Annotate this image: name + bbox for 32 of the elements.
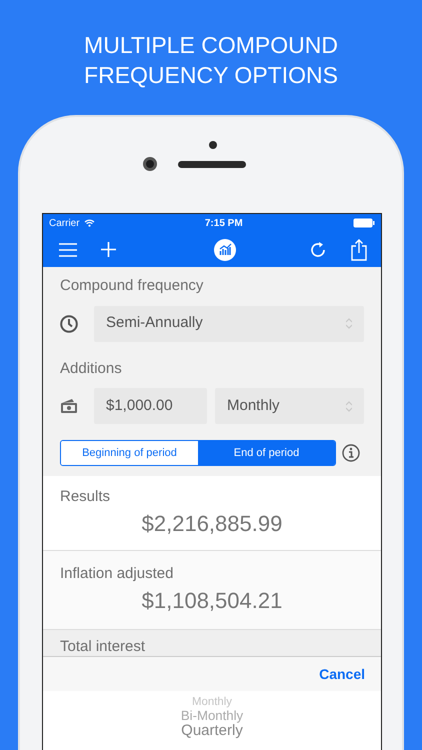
result-label: Inflation adjusted <box>60 564 174 584</box>
select-field[interactable]: Monthly <box>215 388 364 424</box>
wifi-icon <box>84 219 95 227</box>
result-value: $1,108,504.21 <box>140 588 284 614</box>
clock-icon <box>60 314 78 332</box>
carrier-label: Carrier <box>49 216 80 230</box>
headline: MULTIPLE COMPOUND FREQUENCY OPTIONS <box>83 31 339 90</box>
chevron-icon <box>346 318 352 329</box>
battery-icon <box>352 218 375 228</box>
segment-tab[interactable]: Beginning of period <box>61 441 198 465</box>
result-value: $2,216,885.99 <box>140 510 284 536</box>
field-label: Compound frequency <box>60 276 204 296</box>
refresh-icon[interactable] <box>310 240 327 258</box>
amount-field[interactable]: $1,000.00 <box>94 388 207 424</box>
segment-tab[interactable]: End of period <box>198 441 335 465</box>
chart-logo-icon[interactable] <box>214 238 236 260</box>
speaker-icon <box>178 161 246 168</box>
info-icon[interactable] <box>342 444 360 462</box>
field-label: Additions <box>60 358 123 378</box>
camera-icon <box>143 157 157 171</box>
money-icon <box>60 397 78 415</box>
result-label: Total interest <box>60 637 146 657</box>
select-field[interactable]: Semi-Annually <box>94 306 364 342</box>
cancel-button[interactable]: Cancel <box>319 664 365 684</box>
sensor-icon <box>209 141 217 149</box>
chevron-icon <box>346 400 352 412</box>
share-icon[interactable] <box>351 238 367 260</box>
result-label: Results <box>60 487 112 507</box>
clock-label: 7:15 PM <box>204 216 243 230</box>
picker-option[interactable]: Quarterly <box>43 722 381 739</box>
plus-icon[interactable] <box>101 242 116 257</box>
menu-icon[interactable] <box>59 242 77 256</box>
